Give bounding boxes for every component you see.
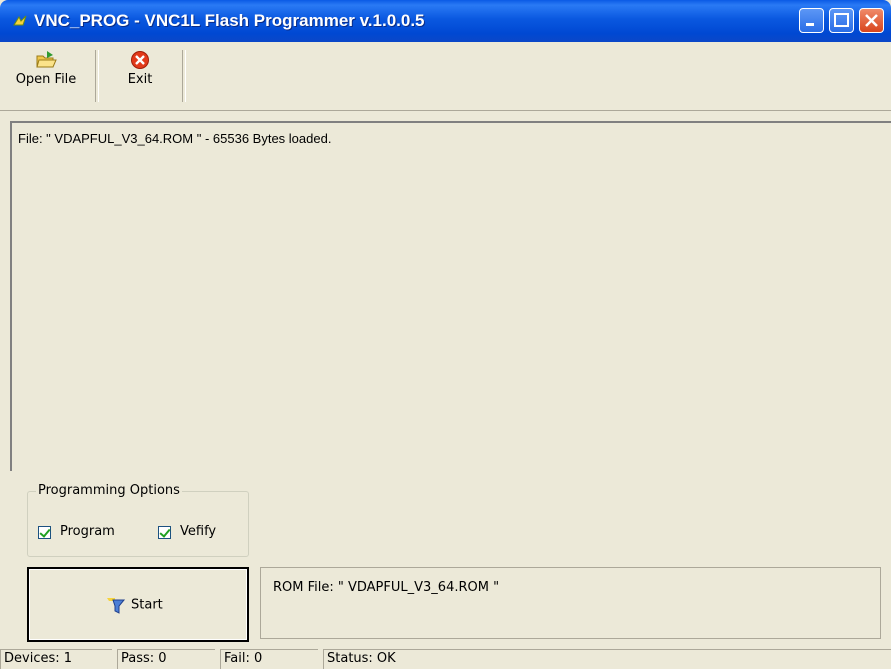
status-fail: Fail: 0 xyxy=(220,649,318,669)
programming-options-title: Programming Options xyxy=(36,483,182,498)
status-devices: Devices: 1 xyxy=(0,649,112,669)
status-pass: Pass: 0 xyxy=(117,649,215,669)
title-bar[interactable]: VNC_PROG - VNC1L Flash Programmer v.1.0.… xyxy=(0,0,891,42)
log-area[interactable]: File: " VDAPFUL_V3_64.ROM " - 65536 Byte… xyxy=(10,121,891,471)
window-title: VNC_PROG - VNC1L Flash Programmer v.1.0.… xyxy=(34,11,425,30)
log-line: File: " VDAPFUL_V3_64.ROM " - 65536 Byte… xyxy=(18,131,332,146)
start-button[interactable]: Start xyxy=(27,567,249,642)
program-checkbox[interactable] xyxy=(38,526,51,539)
toolbar-separator xyxy=(95,50,99,102)
maximize-button[interactable] xyxy=(829,8,854,33)
rom-file-panel: ROM File: " VDAPFUL_V3_64.ROM " xyxy=(260,567,881,639)
minimize-button[interactable] xyxy=(799,8,824,33)
start-label: Start xyxy=(131,597,163,613)
toolbar: Open File Exit xyxy=(0,42,891,111)
app-icon xyxy=(13,15,27,26)
open-folder-icon xyxy=(36,51,57,68)
exit-button[interactable]: Exit xyxy=(115,50,165,87)
rom-file-text: ROM File: " VDAPFUL_V3_64.ROM " xyxy=(273,580,500,595)
minimize-icon xyxy=(806,23,814,26)
maximize-icon xyxy=(834,13,849,27)
close-button[interactable] xyxy=(859,8,884,33)
open-file-label: Open File xyxy=(15,72,77,87)
exit-icon xyxy=(131,51,149,69)
toolbar-separator xyxy=(182,50,186,102)
status-ok: Status: OK xyxy=(323,649,891,669)
verify-checkbox[interactable] xyxy=(158,526,171,539)
verify-checkbox-label[interactable]: Vefify xyxy=(180,524,216,539)
close-icon xyxy=(865,14,878,27)
open-file-button[interactable]: Open File xyxy=(6,50,86,87)
start-button-content: Start xyxy=(105,595,163,615)
program-checkbox-label[interactable]: Program xyxy=(60,524,115,539)
start-icon xyxy=(107,598,126,614)
status-bar: Devices: 1 Pass: 0 Fail: 0 Status: OK xyxy=(0,648,891,669)
exit-label: Exit xyxy=(127,72,153,87)
